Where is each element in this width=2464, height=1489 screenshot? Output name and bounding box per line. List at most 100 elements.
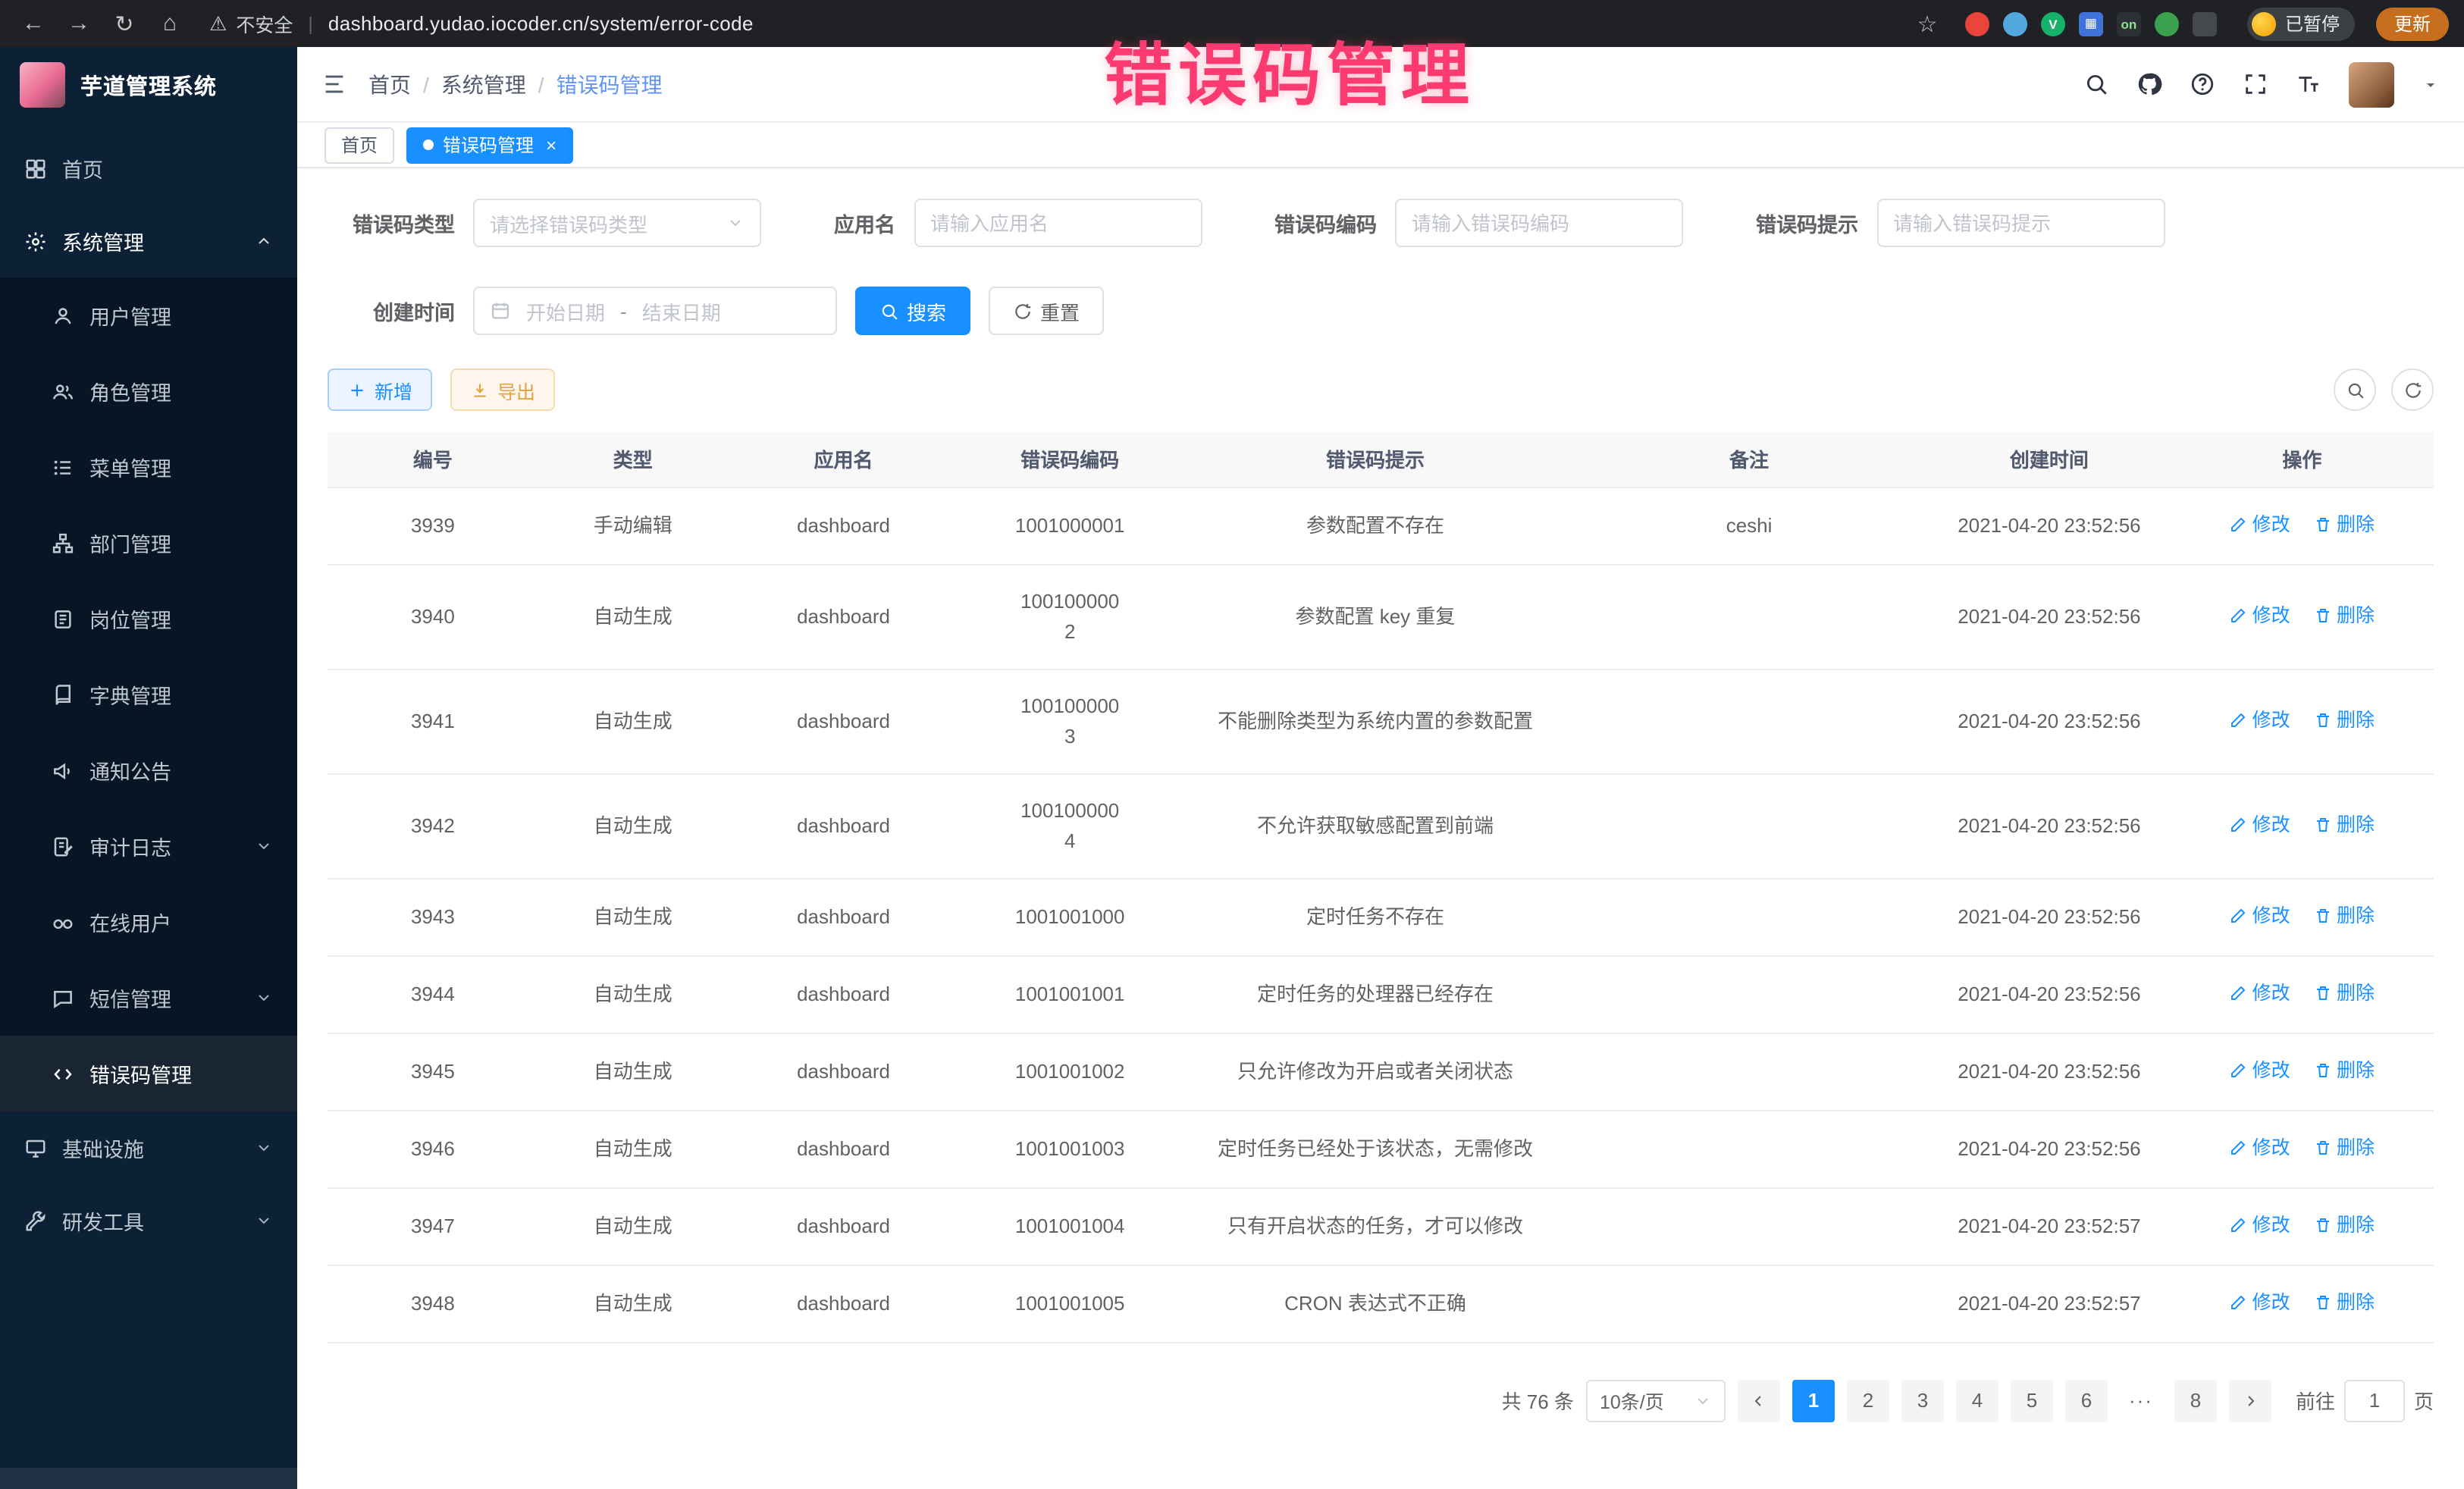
security-indicator[interactable]: ⚠ 不安全 | <box>209 9 319 38</box>
breadcrumb-system[interactable]: 系统管理 <box>441 69 526 99</box>
pager-page[interactable]: 1 <box>1792 1379 1835 1422</box>
delete-link[interactable]: 删除 <box>2314 977 2375 1008</box>
cell-id: 3940 <box>328 564 538 669</box>
content: 错误码类型 请选择错误码类型 应用名 错误码编码 <box>297 168 2464 1489</box>
sidebar-item[interactable]: 角色管理 <box>0 353 297 429</box>
edit-link[interactable]: 修改 <box>2230 600 2290 630</box>
filter-label: 错误码类型 <box>328 208 455 238</box>
edit-link[interactable]: 修改 <box>2230 509 2290 539</box>
tab-home[interactable]: 首页 <box>324 127 394 163</box>
sidebar-item[interactable]: 用户管理 <box>0 277 297 353</box>
sidebar-item-tools[interactable]: 研发工具 <box>0 1184 297 1257</box>
avatar[interactable] <box>2349 61 2394 107</box>
page-size-select[interactable]: 10条/页 <box>1586 1379 1726 1422</box>
ext-record-icon[interactable] <box>1965 11 1989 36</box>
delete-link[interactable]: 删除 <box>2314 600 2375 630</box>
cell-code: 1001001002 <box>959 1033 1180 1110</box>
export-button[interactable]: 导出 <box>450 368 555 411</box>
ext-check-icon[interactable]: V <box>2041 11 2065 36</box>
pager-prev[interactable] <box>1738 1379 1780 1422</box>
forward-icon[interactable]: → <box>61 7 97 40</box>
edit-link[interactable]: 修改 <box>2230 977 2290 1008</box>
fullscreen-icon[interactable] <box>2243 71 2268 97</box>
pager-page[interactable]: 6 <box>2065 1379 2108 1422</box>
ext-grid-icon[interactable]: ▦ <box>2079 11 2103 36</box>
ext-puzzle-icon[interactable] <box>2193 11 2217 36</box>
add-button[interactable]: 新增 <box>328 368 432 411</box>
sidebar-item[interactable]: 在线用户 <box>0 884 297 960</box>
app-name-input[interactable] <box>914 199 1202 247</box>
caret-down-icon[interactable] <box>2422 75 2440 93</box>
badge-icon <box>52 607 74 630</box>
sidebar-item[interactable]: 菜单管理 <box>0 429 297 505</box>
edit-link[interactable]: 修改 <box>2230 1055 2290 1085</box>
pager-page[interactable]: 3 <box>1901 1379 1944 1422</box>
edit-link[interactable]: 修改 <box>2230 1132 2290 1162</box>
profile-chip[interactable]: 已暂停 <box>2247 7 2355 40</box>
delete-link[interactable]: 删除 <box>2314 900 2375 930</box>
delete-link[interactable]: 删除 <box>2314 1287 2375 1317</box>
address-url[interactable]: dashboard.yudao.iocoder.cn/system/error-… <box>328 12 754 35</box>
edit-link[interactable]: 修改 <box>2230 704 2290 735</box>
sidebar-item[interactable]: 审计日志 <box>0 808 297 884</box>
delete-link[interactable]: 删除 <box>2314 1055 2375 1085</box>
pager-page[interactable]: 8 <box>2174 1379 2217 1422</box>
date-range-picker[interactable]: 开始日期 - 结束日期 <box>473 287 837 335</box>
edit-link[interactable]: 修改 <box>2230 1209 2290 1240</box>
refresh-table-button[interactable] <box>2391 368 2434 411</box>
sidebar-item[interactable]: 部门管理 <box>0 505 297 581</box>
cell-code: 100100000 4 <box>959 773 1180 878</box>
cell-type: 自动生成 <box>538 1265 728 1342</box>
delete-link[interactable]: 删除 <box>2314 1209 2375 1240</box>
edit-link[interactable]: 修改 <box>2230 809 2290 839</box>
sidebar-item[interactable]: 字典管理 <box>0 657 297 732</box>
sidebar-item-infra[interactable]: 基础设施 <box>0 1111 297 1184</box>
update-button[interactable]: 更新 <box>2376 7 2449 40</box>
cell-id: 3942 <box>328 773 538 878</box>
ext-drop-icon[interactable] <box>2003 11 2027 36</box>
delete-link[interactable]: 删除 <box>2314 809 2375 839</box>
ext-leaf-icon[interactable] <box>2155 11 2179 36</box>
search-icon[interactable] <box>2083 71 2109 97</box>
pager-next[interactable] <box>2229 1379 2271 1422</box>
sidebar-item[interactable]: 错误码管理 <box>0 1036 297 1111</box>
pager-page[interactable]: 4 <box>1956 1379 1998 1422</box>
cell-message: 不能删除类型为系统内置的参数配置 <box>1180 669 1570 773</box>
font-size-icon[interactable] <box>2296 71 2321 97</box>
error-code-input[interactable] <box>1395 199 1683 247</box>
toggle-search-button[interactable] <box>2334 368 2376 411</box>
pager-page[interactable]: 2 <box>1847 1379 1889 1422</box>
cell-message: 参数配置 key 重复 <box>1180 564 1570 669</box>
pager-more[interactable]: ··· <box>2120 1379 2162 1422</box>
sidebar-item[interactable]: 通知公告 <box>0 732 297 808</box>
bookmark-star-icon[interactable]: ☆ <box>1911 10 1944 37</box>
sidebar-collapse-bar[interactable] <box>0 1468 297 1489</box>
cell-remark <box>1570 955 1928 1033</box>
reload-icon[interactable]: ↻ <box>106 7 143 40</box>
close-icon[interactable]: × <box>546 134 556 155</box>
cell-created: 2021-04-20 23:52:57 <box>1928 1187 2170 1265</box>
sidebar-item-home[interactable]: 首页 <box>0 132 297 205</box>
github-icon[interactable] <box>2136 71 2162 97</box>
breadcrumb-home[interactable]: 首页 <box>368 69 411 99</box>
help-icon[interactable] <box>2190 71 2215 97</box>
home-icon[interactable]: ⌂ <box>152 7 188 40</box>
sidebar-item[interactable]: 岗位管理 <box>0 581 297 657</box>
delete-link[interactable]: 删除 <box>2314 704 2375 735</box>
pager-page[interactable]: 5 <box>2011 1379 2053 1422</box>
delete-link[interactable]: 删除 <box>2314 1132 2375 1162</box>
goto-page-input[interactable] <box>2344 1379 2405 1422</box>
collapse-sidebar-icon[interactable] <box>321 71 347 97</box>
sidebar-item-system[interactable]: 系统管理 <box>0 205 297 277</box>
edit-link[interactable]: 修改 <box>2230 900 2290 930</box>
error-hint-input[interactable] <box>1876 199 2165 247</box>
error-type-select[interactable]: 请选择错误码类型 <box>473 199 761 247</box>
back-icon[interactable]: ← <box>15 7 52 40</box>
delete-link[interactable]: 删除 <box>2314 509 2375 539</box>
ext-on-icon[interactable]: on <box>2117 11 2141 36</box>
tab-error-code[interactable]: 错误码管理 × <box>406 127 573 163</box>
edit-link[interactable]: 修改 <box>2230 1287 2290 1317</box>
sidebar-item[interactable]: 短信管理 <box>0 960 297 1036</box>
search-button[interactable]: 搜索 <box>855 287 970 335</box>
reset-button[interactable]: 重置 <box>989 287 1104 335</box>
